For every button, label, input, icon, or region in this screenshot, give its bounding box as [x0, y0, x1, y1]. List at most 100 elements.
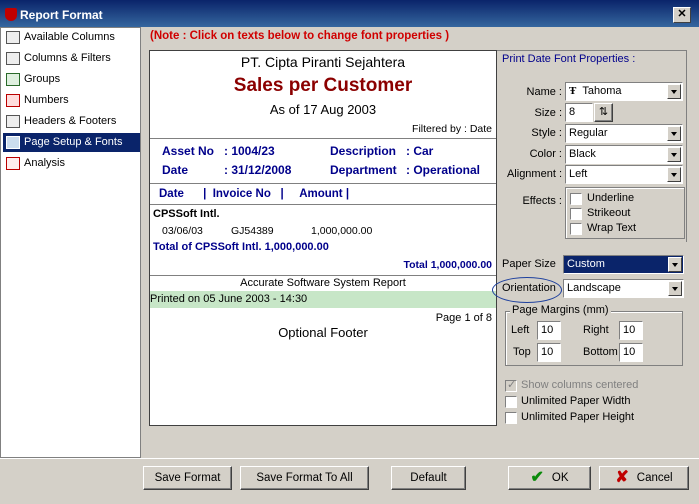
columns-icon	[6, 31, 20, 44]
divider	[150, 138, 496, 139]
sidebar-item-groups[interactable]: Groups	[3, 70, 140, 89]
margin-left-label: Left	[511, 324, 530, 336]
margin-left-field[interactable]: 10	[537, 321, 561, 340]
page-setup-icon	[6, 136, 20, 149]
paper-size-select[interactable]: Custom	[563, 255, 684, 274]
margin-top-label: Top	[513, 346, 531, 358]
cancel-button[interactable]: ✘ Cancel	[599, 466, 689, 490]
sidebar-item-label: Page Setup & Fonts	[24, 136, 123, 148]
preview-as-of[interactable]: As of 17 Aug 2003	[150, 102, 496, 117]
unlimited-height-checkbox[interactable]	[505, 412, 517, 424]
title-bar: Report Format ✕	[0, 0, 699, 30]
show-columns-centered-checkbox[interactable]	[505, 378, 517, 392]
header-footer-icon	[6, 115, 20, 128]
sidebar-item-label: Available Columns	[24, 31, 115, 43]
department-label[interactable]: Department	[330, 163, 397, 177]
chevron-down-icon[interactable]	[667, 167, 681, 182]
color-label: Color :	[529, 148, 562, 160]
margin-bottom-label: Bottom	[583, 346, 618, 358]
chevron-down-icon[interactable]	[668, 281, 682, 296]
cancel-label: Cancel	[636, 472, 673, 484]
cancel-x-icon: ✘	[615, 468, 629, 486]
sidebar-item-available-columns[interactable]: Available Columns	[3, 28, 140, 47]
sidebar-item-numbers[interactable]: Numbers	[3, 91, 140, 110]
default-button[interactable]: Default	[391, 466, 466, 490]
row-amount[interactable]: 1,000,000.00	[311, 225, 372, 237]
group-total[interactable]: Total of CPSSoft Intl. 1,000,000.00	[153, 241, 329, 253]
font-alignment-select[interactable]: Left	[565, 165, 683, 184]
show-columns-centered-label: Show columns centered	[521, 379, 639, 391]
sidebar-item-analysis[interactable]: Analysis	[3, 154, 140, 173]
chevron-down-icon[interactable]	[667, 147, 681, 162]
report-footer[interactable]: Accurate Software System Report	[150, 277, 496, 289]
strikeout-checkbox[interactable]	[570, 208, 582, 220]
font-note: (Note : Click on texts below to change f…	[150, 30, 450, 42]
sidebar-item-page-setup-fonts[interactable]: Page Setup & Fonts	[3, 133, 140, 152]
group-customer[interactable]: CPSSoft Intl.	[153, 208, 220, 220]
date-value[interactable]: : 31/12/2008	[224, 163, 291, 177]
sidebar-item-label: Numbers	[24, 94, 69, 106]
chevron-down-icon[interactable]	[667, 126, 681, 141]
window-title: Report Format	[20, 8, 103, 22]
sidebar-item-columns-filters[interactable]: Columns & Filters	[3, 49, 140, 68]
unlimited-width-checkbox[interactable]	[505, 396, 517, 408]
orientation-value: Landscape	[567, 282, 621, 294]
page-margins-title: Page Margins (mm)	[510, 304, 611, 316]
printed-on[interactable]: Printed on 05 June 2003 - 14:30	[150, 293, 307, 305]
paper-size-value: Custom	[567, 258, 605, 270]
underline-checkbox[interactable]	[570, 193, 582, 205]
font-color-select[interactable]: Black	[565, 145, 683, 164]
ok-label: OK	[551, 472, 569, 484]
preview-title[interactable]: Sales per Customer	[150, 75, 496, 97]
description-label[interactable]: Description	[330, 144, 396, 158]
font-style-select[interactable]: Regular	[565, 124, 683, 143]
font-style-value: Regular	[569, 127, 608, 139]
date-label[interactable]: Date	[162, 163, 188, 177]
divider	[150, 275, 496, 276]
orientation-label: Orientation	[502, 282, 556, 294]
page-of[interactable]: Page 1 of 8	[436, 312, 492, 324]
checkmark-icon: ✔	[530, 468, 544, 486]
margin-top-field[interactable]: 10	[537, 343, 561, 362]
name-label: Name :	[526, 86, 562, 98]
chevron-down-icon[interactable]	[667, 84, 681, 99]
font-size-icon: ⇅	[598, 106, 609, 118]
sidebar-item-headers-footers[interactable]: Headers & Footers	[3, 112, 140, 131]
asset-no-label[interactable]: Asset No	[162, 144, 214, 158]
app-icon	[5, 8, 17, 21]
chevron-down-icon[interactable]	[668, 257, 682, 272]
font-type-icon: Ŧ	[569, 85, 577, 97]
margin-right-field[interactable]: 10	[619, 321, 643, 340]
wrap-text-checkbox[interactable]	[570, 223, 582, 235]
optional-footer[interactable]: Optional Footer	[150, 325, 496, 340]
grand-total[interactable]: Total 1,000,000.00	[403, 259, 492, 271]
ok-button[interactable]: ✔ OK	[508, 466, 591, 490]
orientation-select[interactable]: Landscape	[563, 279, 684, 298]
row-date[interactable]: 03/06/03	[162, 225, 203, 237]
groups-icon	[6, 73, 20, 86]
sidebar-item-label: Groups	[24, 73, 61, 85]
close-button[interactable]: ✕	[673, 7, 691, 23]
font-name-select[interactable]: Ŧ Tahoma	[565, 82, 683, 101]
department-value[interactable]: : Operational	[406, 163, 480, 177]
preview-company[interactable]: PT. Cipta Piranti Sejahtera	[150, 54, 496, 70]
preview-filtered-by[interactable]: Filtered by : Date	[412, 123, 492, 135]
strikeout-label: Strikeout	[587, 207, 631, 219]
numbers-icon	[6, 94, 20, 107]
underline-label: Underline	[587, 192, 635, 204]
style-label: Style :	[531, 127, 562, 139]
asset-no-value[interactable]: : 1004/23	[224, 144, 275, 158]
paper-size-label: Paper Size	[502, 258, 556, 270]
font-properties-title: Print Date Font Properties :	[502, 53, 636, 65]
sidebar: Available Columns Columns & Filters Grou…	[0, 27, 141, 458]
description-value[interactable]: : Car	[406, 144, 433, 158]
sidebar-item-label: Analysis	[24, 157, 65, 169]
save-format-button[interactable]: Save Format	[143, 466, 232, 490]
save-format-to-all-button[interactable]: Save Format To All	[240, 466, 369, 490]
font-size-picker-button[interactable]: ⇅	[594, 103, 613, 122]
font-name-value: Tahoma	[582, 85, 622, 97]
font-size-field[interactable]: 8	[565, 103, 593, 122]
column-headers[interactable]: Date | Invoice No | Amount |	[159, 188, 349, 200]
row-invoice[interactable]: GJ54389	[231, 225, 274, 237]
margin-bottom-field[interactable]: 10	[619, 343, 643, 362]
